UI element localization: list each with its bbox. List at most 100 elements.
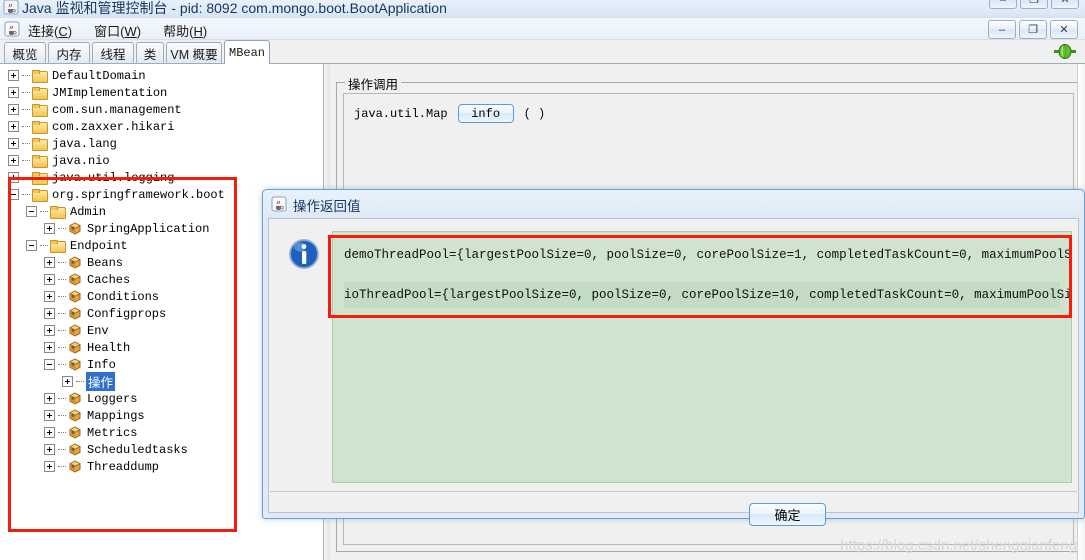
tree-node-label: Metrics [87, 425, 138, 440]
tree-connector [40, 245, 48, 246]
expand-toggle-icon[interactable] [8, 121, 19, 132]
expand-toggle-icon[interactable] [8, 70, 19, 81]
expand-toggle-icon[interactable] [44, 308, 55, 319]
expand-toggle-icon[interactable] [44, 461, 55, 472]
tree-connector [58, 279, 66, 280]
folder-icon [32, 103, 48, 117]
app-root: Java 监视和管理控制台 - pid: 8092 com.mongo.boot… [0, 0, 1085, 560]
expand-toggle-icon[interactable] [44, 223, 55, 234]
tree-node[interactable]: com.sun.management [2, 101, 323, 118]
tree-node-label: Info [87, 357, 116, 372]
tab-overview[interactable]: 概览 [4, 42, 46, 63]
collapse-toggle-icon[interactable] [44, 359, 55, 370]
result-line-2: ioThreadPool={largestPoolSize=0, poolSiz… [344, 282, 1071, 308]
inner-restore-button[interactable]: ❐ [1019, 20, 1047, 39]
menu-item-window-mnemonic: W [124, 24, 137, 39]
expand-toggle-icon[interactable] [44, 444, 55, 455]
folder-icon [32, 137, 48, 151]
expand-toggle-icon[interactable] [44, 410, 55, 421]
tree-connector [58, 364, 66, 365]
expand-toggle-icon[interactable] [8, 87, 19, 98]
menu-item-help[interactable]: 帮助(H) [159, 20, 211, 41]
expand-toggle-icon[interactable] [8, 172, 19, 183]
dialog-title: 操作返回值 [293, 199, 361, 214]
expand-toggle-icon[interactable] [44, 257, 55, 268]
operation-row: java.util.Map info ( ) [354, 104, 545, 123]
collapse-toggle-icon[interactable] [26, 206, 37, 217]
outer-close-button[interactable]: ✕ [1051, 0, 1079, 9]
collapse-toggle-icon[interactable] [26, 240, 37, 251]
menu-item-window[interactable]: 窗口(W) [90, 20, 145, 41]
expand-toggle-icon[interactable] [8, 155, 19, 166]
tree-node-label: Mappings [87, 408, 145, 423]
tree-connector [58, 398, 66, 399]
tree-connector [76, 381, 84, 382]
expand-toggle-icon[interactable] [8, 138, 19, 149]
outer-maximize-button[interactable]: ❐ [1020, 0, 1048, 9]
expand-toggle-icon[interactable] [44, 291, 55, 302]
mbean-icon [68, 222, 82, 235]
menu-item-help-mnemonic: H [193, 24, 203, 39]
expand-toggle-icon[interactable] [44, 342, 55, 353]
tab-mbean[interactable]: MBean [224, 40, 270, 64]
menu-item-help-label: 帮助 [163, 24, 190, 39]
mbean-icon [68, 460, 82, 473]
tab-vm-summary[interactable]: VM 概要 [166, 42, 222, 63]
inner-close-button[interactable]: ✕ [1050, 20, 1078, 39]
tree-connector [58, 449, 66, 450]
tree-node[interactable]: java.lang [2, 135, 323, 152]
plug-connected-icon[interactable] [1052, 44, 1078, 59]
tree-connector [58, 262, 66, 263]
operation-result-dialog: 操作返回值 demoThreadPool={largestPoolSize=0,… [262, 189, 1085, 526]
tab-threads[interactable]: 线程 [92, 42, 134, 63]
tree-node-label: Scheduledtasks [87, 442, 188, 457]
tree-node-label: java.lang [52, 136, 117, 151]
menu-items: 连接(C) 窗口(W) 帮助(H) [24, 20, 211, 41]
tab-memory[interactable]: 内存 [48, 42, 90, 63]
tree-node[interactable]: java.nio [2, 152, 323, 169]
tab-bar: 概览 内存 线程 类 VM 概要 MBean [0, 40, 1085, 64]
menu-item-connection-mnemonic: C [58, 24, 68, 39]
tree-node-label: JMImplementation [52, 85, 168, 100]
collapse-toggle-icon[interactable] [8, 189, 19, 200]
tree-node-label: Caches [87, 272, 131, 287]
operation-return-type: java.util.Map [354, 106, 448, 121]
mbean-icon [68, 256, 82, 269]
tab-classes[interactable]: 类 [136, 42, 164, 63]
info-icon [287, 237, 321, 271]
java-cup-icon [4, 21, 20, 37]
tree-node-label: java.nio [52, 153, 110, 168]
operation-arguments: ( ) [523, 106, 546, 121]
mbean-icon [68, 341, 82, 354]
tree-connector [22, 92, 30, 93]
menu-item-connection[interactable]: 连接(C) [24, 20, 76, 41]
outer-minimize-button[interactable]: – [989, 0, 1017, 9]
folder-icon [32, 154, 48, 168]
dialog-ok-button[interactable]: 确定 [749, 503, 826, 526]
folder-icon [32, 69, 48, 83]
tree-node[interactable]: JMImplementation [2, 84, 323, 101]
tree-node[interactable]: com.zaxxer.hikari [2, 118, 323, 135]
tree-node[interactable]: java.util.logging [2, 169, 323, 186]
tree-connector [22, 177, 30, 178]
expand-toggle-icon[interactable] [44, 427, 55, 438]
tree-node-label: 操作 [86, 372, 116, 391]
expand-toggle-icon[interactable] [44, 393, 55, 404]
tree-connector [58, 296, 66, 297]
tree-node[interactable]: DefaultDomain [2, 67, 323, 84]
folder-icon [32, 188, 48, 202]
tree-connector [40, 211, 48, 212]
tree-node-label: Endpoint [70, 238, 128, 253]
expand-toggle-icon[interactable] [44, 274, 55, 285]
inner-minimize-button[interactable]: – [988, 20, 1016, 39]
inner-window-controls: – ❐ ✕ [988, 20, 1078, 39]
tree-connector [58, 330, 66, 331]
tree-node-label: com.sun.management [52, 102, 182, 117]
expand-toggle-icon[interactable] [62, 376, 73, 387]
tree-node-label: Configprops [87, 306, 167, 321]
result-message-area[interactable]: demoThreadPool={largestPoolSize=0, poolS… [332, 231, 1072, 483]
invoke-info-button[interactable]: info [457, 104, 514, 123]
tree-node-label: DefaultDomain [52, 68, 146, 83]
expand-toggle-icon[interactable] [44, 325, 55, 336]
expand-toggle-icon[interactable] [8, 104, 19, 115]
